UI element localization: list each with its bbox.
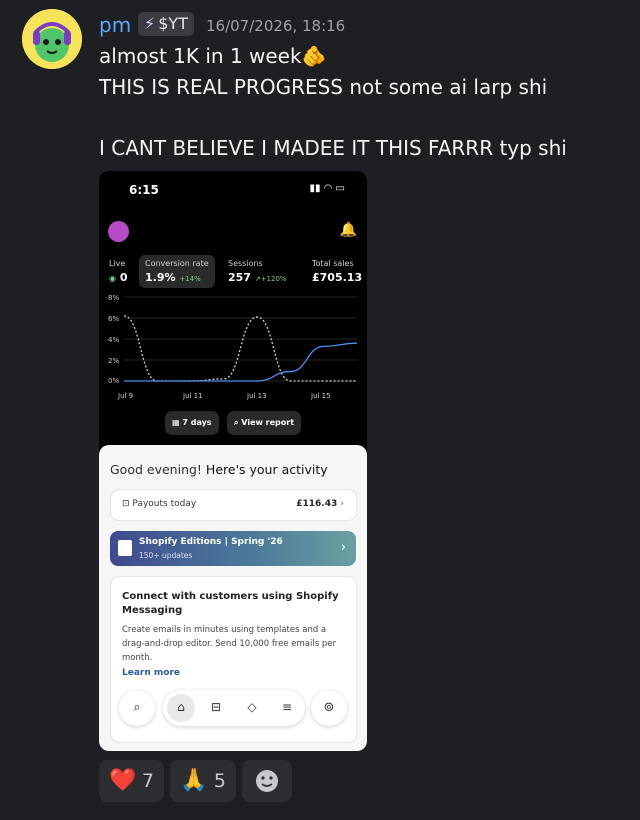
message-line-3: I CANT BELIEVE I MADEE IT THIS FARRR typ… [99,136,567,160]
sales-chart [123,296,358,382]
series-line-current [124,342,358,382]
metric-live-label: Live [109,259,126,268]
metric-conversion-label: Conversion rate [145,259,209,268]
view-report-label: View report [241,418,295,427]
date-range-label: 7 days [182,418,212,427]
banner-title: Shopify Editions | Spring '26 [139,537,283,547]
reaction-count: 7 [141,770,154,792]
x-tick-label: Jul 9 [118,392,134,400]
heart-icon: ❤️ [109,768,137,793]
orders-icon[interactable]: ⊟ [206,700,226,714]
view-report-button[interactable]: ⌕ View report [227,411,302,435]
store-icon: ⊚ [323,700,335,715]
store-avatar-icon [108,221,129,242]
message-line-2: THIS IS REAL PROGRESS not some ai larp s… [99,75,548,99]
avatar-art [22,9,82,69]
chevron-right-icon: › [340,499,344,509]
promo-title: Connect with customers using Shopify Mes… [122,591,339,616]
payouts-value: £116.43 [296,499,338,509]
menu-icon[interactable]: ≡ [277,700,297,714]
bottom-tab-bar: ⌕ ⌂ ⊟ ◇ ≡ ⊚ [119,690,347,730]
main-tabs: ⌂ ⊟ ◇ ≡ [163,690,305,726]
x-tick-label: Jul 15 [311,392,331,400]
metric-sessions-label: Sessions [228,259,263,268]
series-line-comparison [123,315,357,382]
home-icon: ⌂ [177,700,185,714]
editions-banner[interactable]: Shopify Editions | Spring '26 150+ updat… [110,531,356,566]
payout-icon: ⊡ [122,499,130,509]
banner-subtitle: 150+ updates [139,551,193,560]
message-line-1: almost 1K in 1 week🫵 [99,44,327,68]
greeting-suffix: Here's your activity [205,462,328,477]
shopify-bag-icon [118,540,132,556]
add-reaction-button[interactable] [242,760,292,802]
payouts-card[interactable]: ⊡ Payouts today £116.43 › [110,489,357,521]
user-avatar[interactable] [22,9,82,69]
bell-icon: 🔔 [339,222,357,238]
search-tab[interactable]: ⌕ [119,690,155,726]
phone-clock: 6:15 [129,183,159,197]
calendar-icon: ▦ [172,418,180,427]
reaction-count: 5 [213,770,226,792]
reaction-heart[interactable]: ❤️ 7 [99,760,164,802]
lightning-icon: ⚡ [144,14,156,33]
chevron-right-icon: › [340,540,346,555]
search-icon: ⌕ [133,700,141,715]
x-tick-label: Jul 13 [247,392,267,400]
tag-icon[interactable]: ◇ [242,700,262,714]
x-tick-label: Jul 11 [183,392,203,400]
folded-hands-icon: 🙏 [180,768,208,793]
server-tag[interactable]: ⚡ $YT [138,12,194,36]
username[interactable]: pm [99,13,131,37]
payouts-label: Payouts today [132,499,197,509]
learn-more-link[interactable]: Learn more [122,668,180,678]
greeting-prefix: Good evening! [110,462,202,477]
reaction-pray[interactable]: 🙏 5 [170,760,236,802]
date-range-button[interactable]: ▦ 7 days [165,411,219,435]
image-attachment[interactable]: 6:15 ▮▮ ◠ ▭ 🔔 Live ◉ 0 Conversion rate 1… [99,171,367,751]
store-tab[interactable]: ⊚ [311,690,347,726]
timestamp: 16/07/2026, 18:16 [206,17,346,35]
phone-status-icons: ▮▮ ◠ ▭ [309,183,345,194]
metric-sales-label: Total sales [312,259,354,268]
server-tag-label: $YT [158,14,188,33]
report-icon: ⌕ [234,418,239,427]
smiley-icon [256,770,278,792]
greeting: Good evening! Here's your activity [110,462,328,477]
promo-body: Create emails in minutes using templates… [122,625,336,663]
